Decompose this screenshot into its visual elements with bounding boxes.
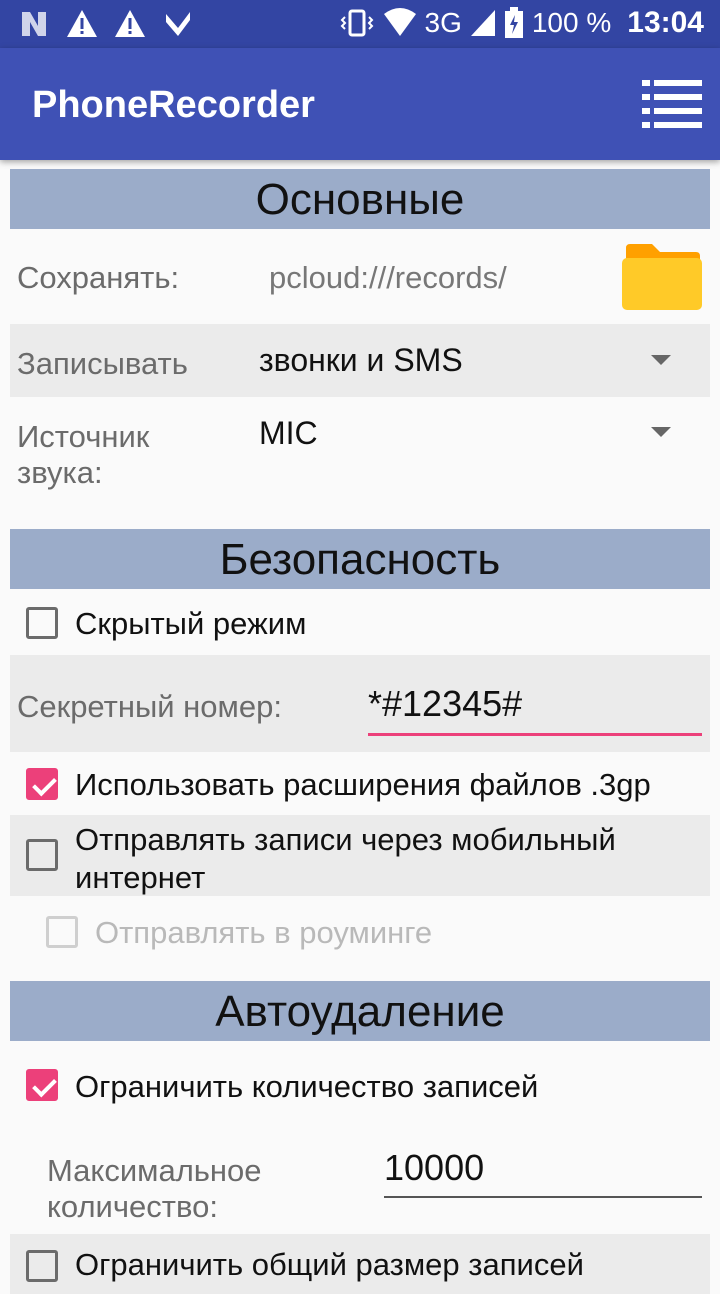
battery-icon: [504, 7, 523, 38]
mobile-send-label-line2: интернет: [75, 860, 206, 895]
use-3gp-row[interactable]: Использовать расширения файлов .3gp: [10, 752, 710, 815]
max-count-underline: [384, 1196, 702, 1198]
max-count-label-line2: количество:: [47, 1189, 218, 1224]
section-header-main: Основные: [10, 169, 710, 229]
max-count-row: Максимальное количество: 10000: [10, 1131, 710, 1231]
hidden-mode-row[interactable]: Скрытый режим: [10, 589, 710, 655]
status-bar: 3G 100 % 13:04: [0, 0, 720, 48]
save-label: Сохранять:: [17, 260, 180, 295]
limit-count-label: Ограничить количество записей: [75, 1069, 539, 1104]
save-location-row: Сохранять: pcloud:///records/: [10, 230, 710, 324]
app-title: PhoneRecorder: [32, 84, 315, 126]
signal-icon: [470, 10, 495, 36]
audio-source-dropdown[interactable]: Источник звука: MIC: [10, 397, 710, 502]
n-icon: [22, 12, 46, 36]
list-menu-icon[interactable]: [642, 78, 702, 130]
mobile-send-checkbox[interactable]: [26, 839, 58, 871]
app-bar: PhoneRecorder: [0, 48, 720, 160]
record-type-dropdown[interactable]: Записывать звонки и SMS: [10, 324, 710, 397]
limit-size-checkbox[interactable]: [26, 1250, 58, 1282]
record-label: Записывать: [17, 346, 188, 381]
secret-label: Секретный номер:: [17, 689, 282, 724]
use-3gp-label: Использовать расширения файлов .3gp: [75, 767, 651, 802]
roaming-label: Отправлять в роуминге: [95, 915, 433, 950]
secret-number-row: Секретный номер: *#12345#: [10, 655, 710, 752]
roaming-row[interactable]: Отправлять в роуминге: [10, 896, 710, 965]
dropdown-arrow-icon: [651, 355, 671, 365]
mobile-send-row[interactable]: Отправлять записи через мобильный интерн…: [10, 815, 710, 896]
section-header-security: Безопасность: [10, 529, 710, 589]
warning-icon: [115, 10, 145, 37]
hidden-mode-label: Скрытый режим: [75, 606, 307, 641]
wifi-icon: [383, 8, 416, 36]
folder-icon[interactable]: [622, 244, 702, 310]
check-icon: [166, 12, 190, 36]
use-3gp-checkbox[interactable]: [26, 768, 58, 800]
secret-number-underline: [368, 733, 702, 736]
limit-size-label: Ограничить общий размер записей: [75, 1247, 584, 1282]
battery-percent: 100 %: [531, 7, 612, 38]
clock: 13:04: [627, 6, 704, 39]
save-path[interactable]: pcloud:///records/: [269, 260, 507, 296]
secret-number-input[interactable]: *#12345#: [368, 683, 522, 725]
limit-size-row[interactable]: Ограничить общий размер записей: [10, 1234, 710, 1294]
record-value: звонки и SMS: [259, 342, 463, 378]
max-count-input[interactable]: 10000: [384, 1147, 484, 1189]
hidden-mode-checkbox[interactable]: [26, 607, 58, 639]
source-label-line2: звука:: [17, 455, 103, 490]
dropdown-arrow-icon: [651, 427, 671, 437]
network-type: 3G: [424, 7, 462, 38]
roaming-checkbox[interactable]: [46, 916, 78, 948]
mobile-send-label-line1: Отправлять записи через мобильный: [75, 822, 616, 857]
limit-count-row[interactable]: Ограничить количество записей: [10, 1041, 710, 1131]
limit-count-checkbox[interactable]: [26, 1069, 58, 1101]
warning-icon: [67, 10, 97, 37]
vibrate-icon: [340, 9, 373, 37]
source-label-line1: Источник: [17, 419, 150, 454]
source-value: MIC: [259, 415, 318, 451]
section-header-autodelete: Автоудаление: [10, 981, 710, 1041]
max-count-label-line1: Максимальное: [47, 1153, 262, 1188]
